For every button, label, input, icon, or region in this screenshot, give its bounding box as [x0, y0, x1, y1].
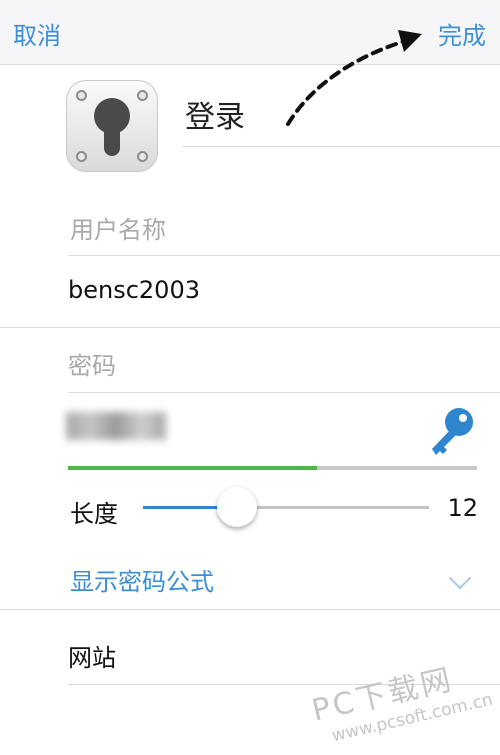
divider	[68, 392, 500, 393]
website-field[interactable]: 网站	[68, 638, 116, 673]
password-label: 密码	[68, 352, 116, 380]
password-strength-meter	[68, 466, 477, 470]
annotation-arrow-icon	[286, 30, 422, 126]
username-label: 用户名称	[70, 216, 166, 244]
divider	[0, 609, 500, 610]
password-field[interactable]	[66, 412, 166, 440]
show-formula-button[interactable]: 显示密码公式	[70, 562, 214, 597]
done-button[interactable]: 完成	[438, 16, 486, 51]
keyhole-lock-icon	[66, 80, 158, 172]
slider-thumb[interactable]	[217, 487, 258, 527]
length-label: 长度	[70, 500, 118, 528]
length-slider[interactable]	[143, 487, 429, 527]
length-value: 12	[447, 494, 478, 522]
title-underline	[183, 146, 500, 147]
item-title[interactable]: 登录	[185, 92, 245, 136]
chevron-down-icon[interactable]	[448, 566, 472, 590]
divider	[68, 255, 500, 256]
username-field[interactable]: bensc2003	[68, 276, 200, 304]
cancel-button[interactable]: 取消	[13, 16, 61, 51]
divider	[0, 327, 500, 328]
key-icon[interactable]	[428, 405, 476, 461]
